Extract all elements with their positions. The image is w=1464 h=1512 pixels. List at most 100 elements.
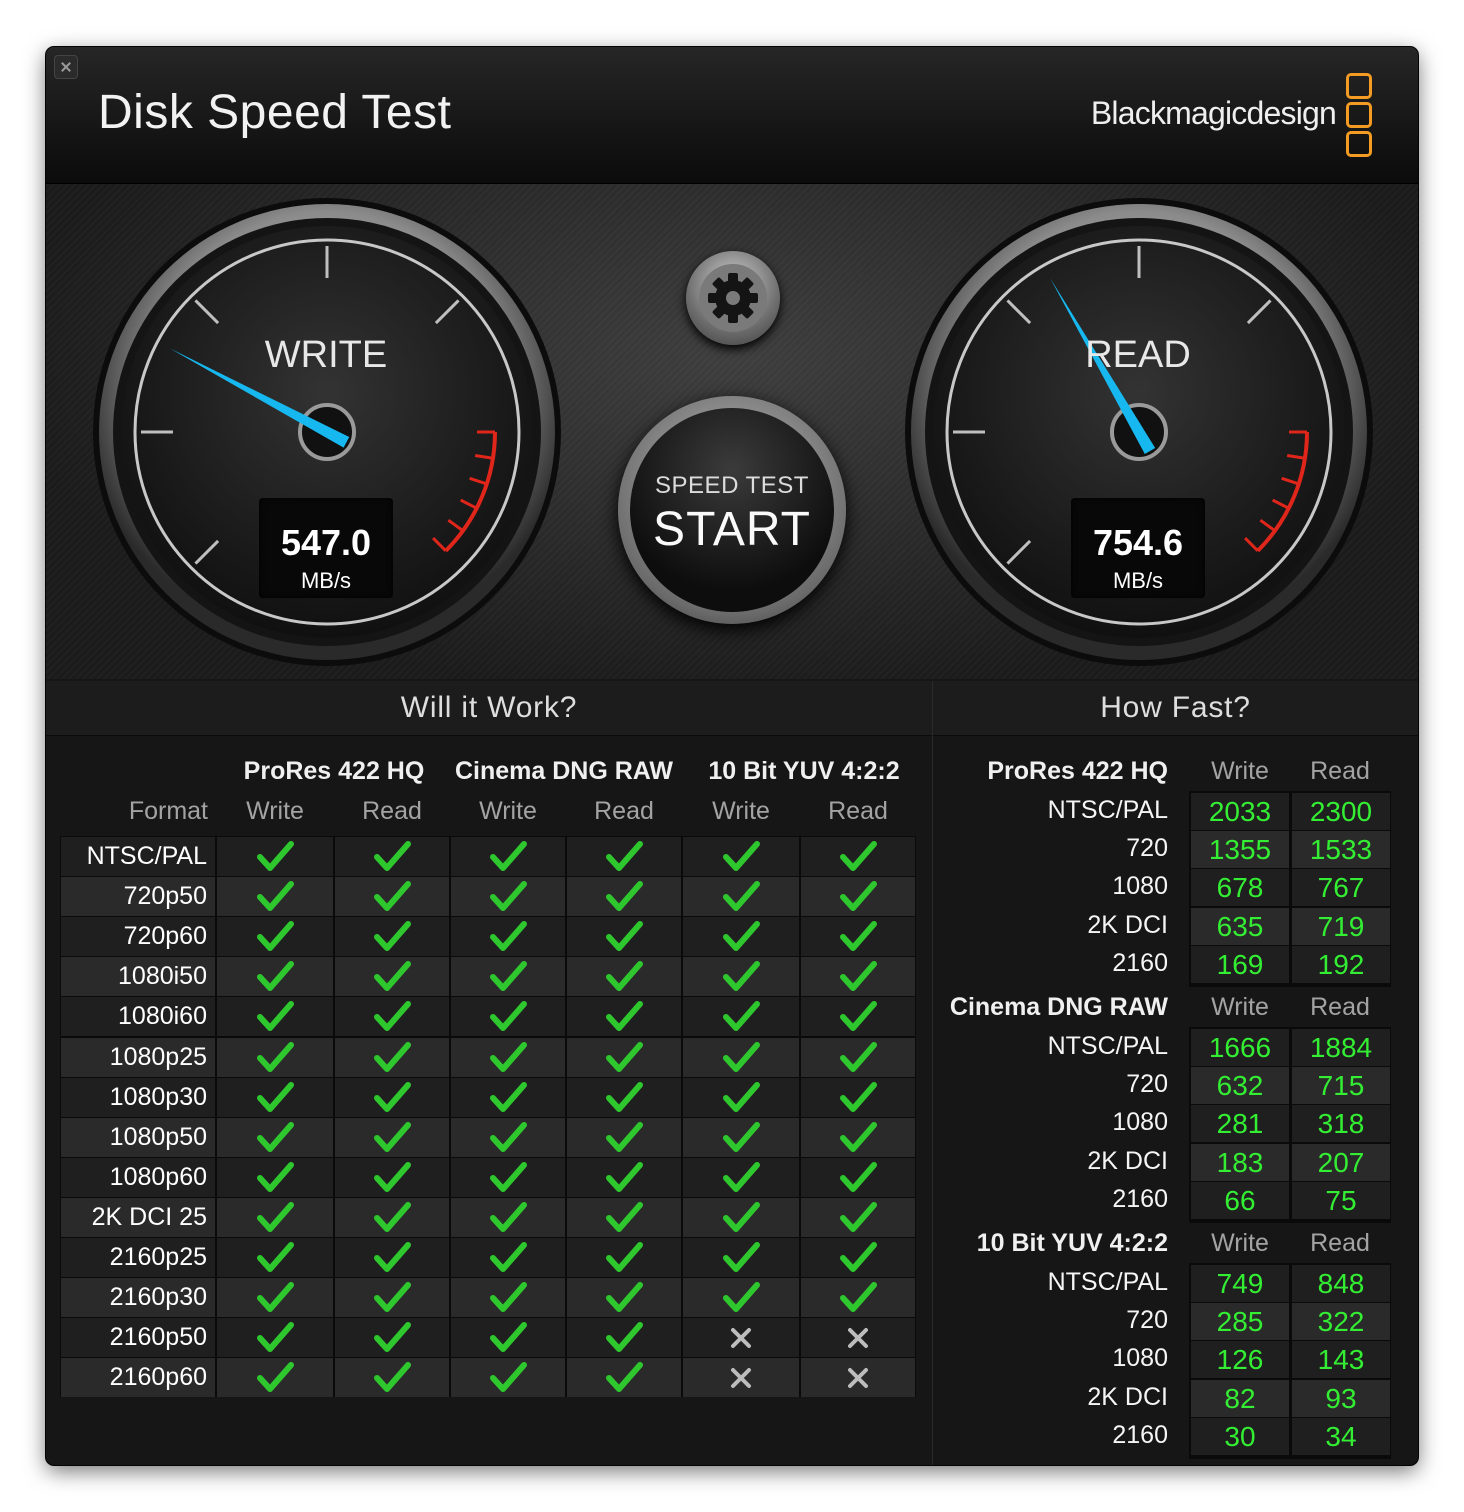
write-speed-fps: 82 — [1191, 1379, 1289, 1417]
read-speed-fps: 143 — [1292, 1341, 1390, 1379]
read-speed-fps: 848 — [1292, 1265, 1390, 1302]
write-speed-unit: MB/s — [300, 568, 352, 593]
cross-icon — [683, 1318, 799, 1358]
check-icon — [801, 1157, 915, 1197]
check-icon — [801, 1278, 915, 1318]
group-prores-422-hq: ProRes 422 HQ — [243, 757, 425, 785]
check-icon — [451, 1358, 565, 1398]
table-row: 2160p25 — [60, 1238, 916, 1277]
check-icon — [683, 1238, 799, 1277]
format-label: 720p60 — [61, 917, 215, 957]
check-icon — [217, 1358, 333, 1398]
write-speed-fps: 30 — [1191, 1417, 1289, 1455]
check-icon — [335, 1077, 449, 1117]
check-icon — [567, 1238, 681, 1277]
read-speed-fps: 93 — [1292, 1379, 1390, 1417]
check-icon — [217, 1037, 333, 1077]
check-icon — [335, 1358, 449, 1398]
settings-button[interactable] — [686, 251, 780, 345]
table-row: 1080p50 — [60, 1117, 916, 1157]
start-button[interactable]: SPEED TEST START — [618, 396, 846, 624]
check-icon — [217, 837, 333, 876]
format-column-header: Format — [128, 797, 208, 825]
check-icon — [567, 1037, 681, 1077]
start-button-label: START — [653, 503, 811, 556]
how-fast-format-label: 720 — [1126, 1070, 1168, 1099]
check-icon — [335, 1238, 449, 1277]
how-fast-format-label: 720 — [1126, 1306, 1168, 1335]
how-fast-format-label: 2160 — [1112, 1420, 1168, 1449]
column-header-write: Write — [479, 797, 537, 825]
cross-icon — [683, 1358, 799, 1398]
write-speed-value: 547.0 — [280, 522, 372, 563]
write-speed-fps: 632 — [1191, 1067, 1289, 1105]
table-row: 2160p30 — [60, 1278, 916, 1318]
column-header-read: Read — [362, 797, 422, 825]
check-icon — [335, 1037, 449, 1077]
will-it-work-header: Will it Work? — [46, 681, 932, 736]
brand-wordmark: Blackmagicdesign — [1090, 95, 1337, 131]
table-row: 1080i50 — [60, 957, 916, 997]
read-speed-fps: 192 — [1292, 945, 1390, 983]
write-speed-fps: 183 — [1191, 1143, 1289, 1181]
check-icon — [335, 1278, 449, 1318]
table-row: 1080p60 — [60, 1157, 916, 1197]
check-icon — [567, 837, 681, 876]
close-button[interactable] — [54, 55, 78, 79]
check-icon — [567, 1278, 681, 1318]
check-icon — [683, 997, 799, 1037]
write-speed-fps: 678 — [1191, 869, 1289, 907]
check-icon — [451, 1318, 565, 1358]
how-fast-group-title: 10 Bit YUV 4:2:2 — [976, 1229, 1168, 1257]
read-speed-fps: 207 — [1292, 1143, 1390, 1181]
check-icon — [683, 837, 799, 876]
table-row: NTSC/PAL — [60, 837, 916, 876]
write-readout: 547.0 MB/s — [259, 498, 393, 598]
check-icon — [801, 1077, 915, 1117]
check-icon — [451, 1197, 565, 1237]
how-fast-format-label: 2K DCI — [1087, 1146, 1168, 1175]
column-header-read: Read — [594, 797, 654, 825]
check-icon — [451, 997, 565, 1037]
read-speed-fps: 767 — [1292, 869, 1390, 907]
check-icon — [335, 1197, 449, 1237]
write-speed-fps: 635 — [1191, 907, 1289, 945]
read-readout: 754.6 MB/s — [1071, 498, 1205, 598]
check-icon — [217, 917, 333, 957]
how-fast-column-write: Write — [1211, 993, 1269, 1021]
check-icon — [451, 877, 565, 917]
title-bar: Disk Speed Test Blackmagicdesign — [46, 47, 1418, 184]
check-icon — [335, 837, 449, 876]
check-icon — [217, 997, 333, 1037]
read-speed-fps: 318 — [1292, 1105, 1390, 1143]
check-icon — [567, 1318, 681, 1358]
check-icon — [683, 917, 799, 957]
disk-speed-test-window: Disk Speed Test Blackmagicdesign WRITE 5… — [46, 47, 1418, 1465]
check-icon — [683, 1157, 799, 1197]
read-speed-fps: 1533 — [1292, 831, 1390, 869]
write-speed-fps: 2033 — [1191, 793, 1289, 830]
write-speed-fps: 126 — [1191, 1341, 1289, 1379]
table-row: 1080p25 — [60, 1037, 916, 1077]
check-icon — [217, 957, 333, 997]
format-label: 2160p60 — [61, 1358, 215, 1398]
check-icon — [683, 1278, 799, 1318]
read-speed-fps: 715 — [1292, 1067, 1390, 1105]
table-row: 1080i60 — [60, 997, 916, 1037]
check-icon — [567, 1077, 681, 1117]
write-speed-fps: 749 — [1191, 1265, 1289, 1302]
check-icon — [217, 1117, 333, 1157]
format-label: NTSC/PAL — [61, 837, 215, 876]
check-icon — [567, 1197, 681, 1237]
read-speed-fps: 75 — [1292, 1181, 1390, 1219]
check-icon — [217, 1278, 333, 1318]
check-icon — [217, 1318, 333, 1358]
check-icon — [217, 1157, 333, 1197]
check-icon — [683, 1197, 799, 1237]
how-fast-column-read: Read — [1310, 1229, 1370, 1257]
check-icon — [801, 837, 915, 876]
check-icon — [801, 917, 915, 957]
format-label: 2K DCI 25 — [61, 1197, 215, 1237]
check-icon — [567, 957, 681, 997]
check-icon — [217, 1077, 333, 1117]
